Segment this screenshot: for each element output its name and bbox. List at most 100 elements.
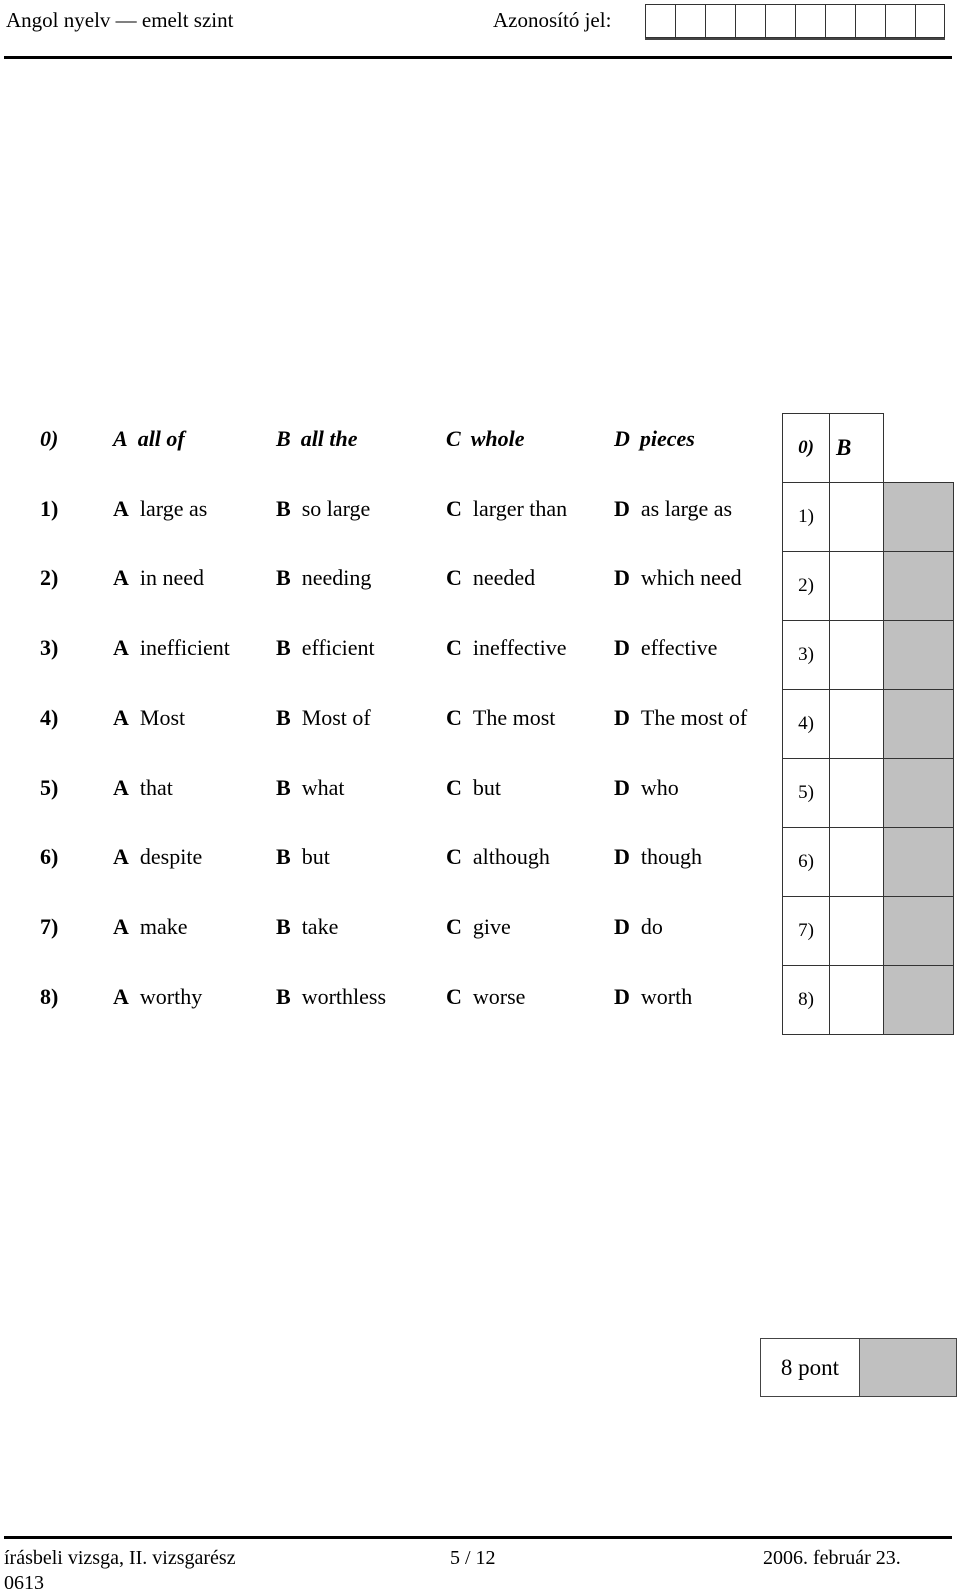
option-letter: B [276,774,291,800]
option-c: Cbut [446,775,501,801]
option-b: Befficient [276,635,375,661]
answer-number-cell: 8) [782,965,830,1035]
option-c: Cgive [446,914,511,940]
answer-input-cell[interactable] [829,965,884,1035]
option-letter: D [614,495,630,521]
points-box: 8 pont [760,1338,957,1397]
option-text: worse [472,983,526,1009]
exam-date: 2006. február 23. [763,1547,901,1569]
option-text: Most [139,704,186,730]
option-text: large as [139,495,208,521]
id-digit-box[interactable] [735,4,765,38]
example-question-row: 0) Aall of Ball the Cwhole Dpieces [0,426,780,496]
score-cell [883,482,954,552]
question-row: 3) Ainefficient Befficient Cineffective Deff… [0,635,780,705]
option-a: Athat [113,775,173,801]
option-text: what [301,774,345,800]
answer-input-cell[interactable] [829,896,884,966]
id-boxes [645,4,945,40]
option-text: though [640,844,703,870]
option-text: but [301,844,330,870]
option-letter: D [614,565,630,591]
option-letter: D [614,635,630,661]
id-digit-box[interactable] [645,4,675,38]
option-letter: D [614,844,630,870]
option-d: Dpieces [614,426,695,452]
option-letter: C [446,774,462,800]
points-score-cell [860,1338,957,1397]
option-c: Cwhole [446,426,524,452]
option-a: Adespite [113,844,202,870]
id-digit-box[interactable] [855,4,885,38]
option-c: Cineffective [446,635,567,661]
option-text: take [301,913,339,939]
footer-exam-part: írásbeli vizsga, II. vizsgarész [4,1547,236,1569]
question-row: 8) Aworthy Bworthless Cworse Dworth [0,984,780,1054]
id-digit-box[interactable] [705,4,735,38]
option-text: worth [640,983,693,1009]
option-letter: A [113,983,129,1009]
option-letter: B [276,635,291,661]
option-a: Aall of [113,426,185,452]
answer-input-cell[interactable] [829,620,884,690]
option-text: that [139,774,173,800]
question-number: 7) [40,913,59,939]
option-text: Most of [301,704,371,730]
question-number: 5) [40,774,59,800]
option-letter: C [446,635,462,661]
option-letter: C [446,844,462,870]
option-c: Clarger than [446,496,567,522]
option-d: Dwhich need [614,565,742,591]
option-b: Bwhat [276,775,344,801]
question-number: 0) [40,426,59,451]
option-text: The most [472,704,556,730]
option-letter: A [113,635,129,661]
option-d: D The most of [614,705,747,731]
id-digit-box[interactable] [885,4,915,38]
answer-input-cell[interactable] [829,689,884,759]
question-row: 2) Ain need Bneeding Cneeded Dwhich need [0,565,780,635]
answer-input-cell[interactable] [829,758,884,828]
question-row: 6) Adespite Bbut Calthough Dthough [0,844,780,914]
option-letter: C [446,565,462,591]
question-number: 2) [40,565,59,591]
answer-number-cell: 7) [782,896,830,966]
option-text: who [640,774,679,800]
answer-number-cell: 3) [782,620,830,690]
option-letter: B [276,495,291,521]
id-digit-box[interactable] [675,4,705,38]
score-cell [883,896,954,966]
question-row: 4) A Most B Most of C The most D The most of [0,705,780,775]
option-text: ineffective [472,635,567,661]
option-text: so large [301,495,371,521]
option-letter: A [113,426,128,451]
subject-title: Angol nyelv — emelt szint [6,8,234,32]
option-letter: D [614,774,630,800]
option-text: all of [137,426,185,451]
id-digit-box[interactable] [795,4,825,38]
option-b: Btake [276,914,338,940]
option-d: Dwho [614,775,679,801]
option-c: Calthough [446,844,550,870]
id-digit-box[interactable] [825,4,855,38]
score-cell [883,965,954,1035]
option-text: which need [640,565,742,591]
question-row: 1) Alarge as Bso large Clarger than Das larg… [0,496,780,566]
option-text: larger than [472,495,568,521]
question-number: 6) [40,844,59,870]
option-letter: A [113,565,129,591]
id-digit-box[interactable] [765,4,795,38]
option-text: inefficient [139,635,230,661]
answer-input-cell[interactable] [829,482,884,552]
id-digit-box[interactable] [915,4,945,38]
option-text: efficient [301,635,375,661]
score-cell [883,620,954,690]
answer-input-cell[interactable] [829,551,884,621]
question-row: 7) Amake Btake Cgive Ddo [0,914,780,984]
option-a: Alarge as [113,496,207,522]
option-letter: C [446,983,462,1009]
option-text: effective [640,635,718,661]
option-d: Dthough [614,844,702,870]
answer-input-cell[interactable] [829,827,884,897]
question-number: 1) [40,495,59,521]
